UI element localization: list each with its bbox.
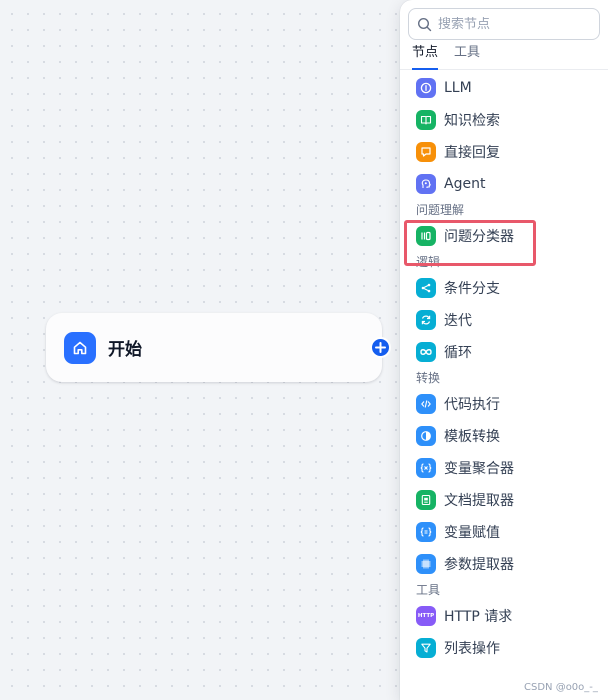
add-node-button[interactable] <box>370 337 391 358</box>
start-node-title: 开始 <box>108 340 142 360</box>
doc-extract-icon <box>416 490 436 510</box>
node-label: 知识检索 <box>444 113 500 129</box>
book-icon <box>416 110 436 130</box>
node-item-list-operator[interactable]: 列表操作 <box>400 632 608 664</box>
highlight-box <box>404 220 536 266</box>
node-label: 文档提取器 <box>444 493 514 509</box>
node-label: 循环 <box>444 345 472 361</box>
start-node[interactable]: 开始 <box>46 313 382 382</box>
search-icon <box>417 17 432 31</box>
node-item-http-request[interactable]: HTTP HTTP 请求 <box>400 600 608 632</box>
search-box[interactable] <box>408 8 600 40</box>
home-icon <box>64 331 96 364</box>
branch-icon <box>416 278 436 298</box>
node-label: 列表操作 <box>444 641 500 657</box>
node-label: 条件分支 <box>444 281 500 297</box>
node-label: 变量赋值 <box>444 525 500 541</box>
node-item-direct-reply[interactable]: 直接回复 <box>400 136 608 168</box>
section-tools: 工具 <box>416 583 441 597</box>
node-item-knowledge-retrieval[interactable]: 知识检索 <box>400 104 608 136</box>
node-label: Agent <box>444 176 486 192</box>
node-label: HTTP 请求 <box>444 609 513 625</box>
variable-icon <box>416 458 436 478</box>
plus-icon <box>375 342 386 353</box>
node-label: 迭代 <box>444 313 472 329</box>
filter-icon <box>416 638 436 658</box>
node-item-loop[interactable]: 循环 <box>400 336 608 368</box>
node-item-variable-assigner[interactable]: 变量赋值 <box>400 516 608 548</box>
llm-icon <box>416 78 436 98</box>
loop-icon <box>416 310 436 330</box>
reply-icon <box>416 142 436 162</box>
node-label: 直接回复 <box>444 145 500 161</box>
node-label: LLM <box>444 80 472 96</box>
watermark: CSDN @o0o_-_ <box>524 682 598 693</box>
grid-icon <box>416 554 436 574</box>
node-label: 参数提取器 <box>444 557 514 573</box>
node-item-llm[interactable]: LLM <box>400 72 608 104</box>
tab-tools[interactable]: 工具 <box>454 44 480 70</box>
agent-icon <box>416 174 436 194</box>
tab-nodes[interactable]: 节点 <box>412 44 439 70</box>
node-item-variable-aggregator[interactable]: 变量聚合器 <box>400 452 608 484</box>
node-item-if-else[interactable]: 条件分支 <box>400 272 608 304</box>
http-icon: HTTP <box>416 606 436 626</box>
http-icon-text: HTTP <box>417 613 435 619</box>
node-selector-panel: 节点 工具 LLM 知识检索 直接回复 Agent 问题 <box>400 0 608 700</box>
assign-icon <box>416 522 436 542</box>
node-item-parameter-extractor[interactable]: 参数提取器 <box>400 548 608 580</box>
node-item-code[interactable]: 代码执行 <box>400 388 608 420</box>
node-label: 代码执行 <box>444 397 500 413</box>
code-icon <box>416 394 436 414</box>
node-list: LLM 知识检索 直接回复 Agent 问题理解 问题分类器 逻辑 条件分支 迭… <box>400 72 608 664</box>
infinity-icon <box>416 342 436 362</box>
node-item-iteration[interactable]: 迭代 <box>400 304 608 336</box>
section-transform: 转换 <box>416 371 441 385</box>
node-item-template-transform[interactable]: 模板转换 <box>400 420 608 452</box>
node-label: 模板转换 <box>444 429 500 445</box>
node-item-doc-extractor[interactable]: 文档提取器 <box>400 484 608 516</box>
search-input[interactable] <box>438 16 588 32</box>
node-label: 变量聚合器 <box>444 461 514 477</box>
node-item-agent[interactable]: Agent <box>400 168 608 200</box>
section-understanding: 问题理解 <box>416 203 465 217</box>
panel-tabs: 节点 工具 <box>400 44 608 70</box>
template-icon <box>416 426 436 446</box>
